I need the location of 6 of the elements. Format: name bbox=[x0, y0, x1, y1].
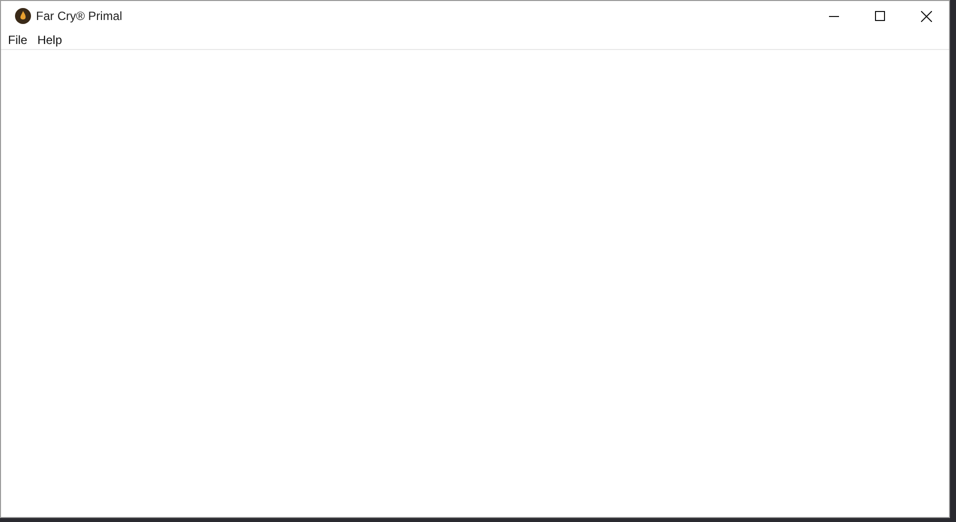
menu-item[interactable]: File bbox=[3, 31, 32, 49]
flame-icon bbox=[15, 8, 31, 24]
menu-item[interactable]: Help bbox=[32, 31, 68, 49]
maximize-icon bbox=[875, 11, 885, 21]
close-icon bbox=[920, 10, 932, 22]
window-title: Far Cry® Primal bbox=[36, 8, 122, 25]
